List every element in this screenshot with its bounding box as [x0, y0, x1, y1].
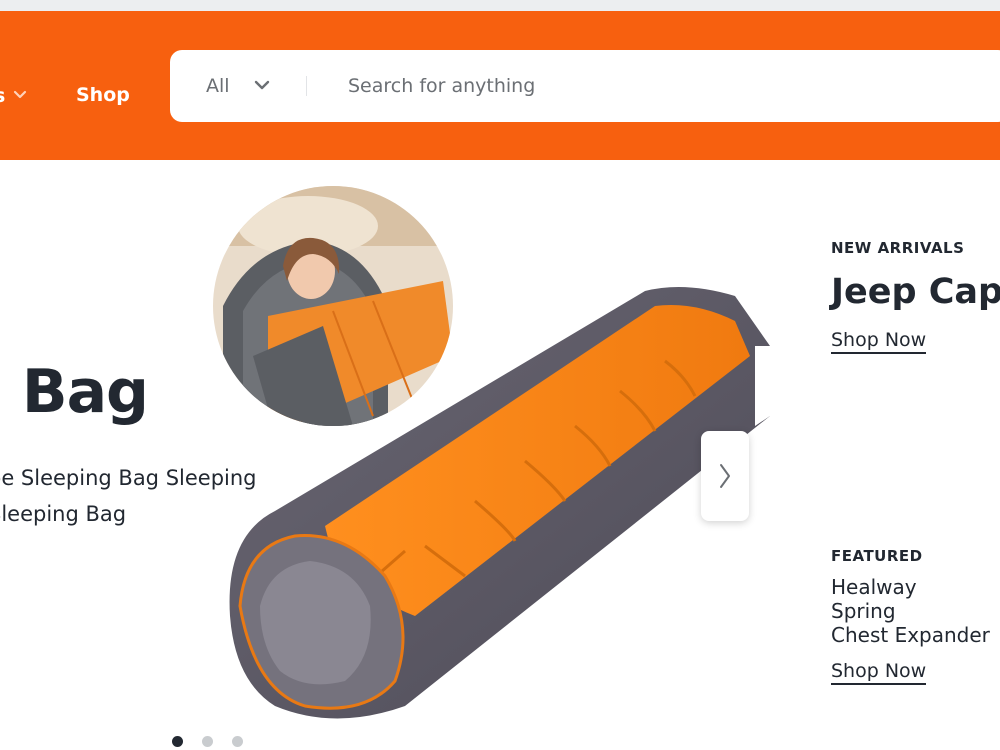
search-divider [306, 76, 307, 96]
shop-now-link[interactable]: Shop Now [831, 329, 927, 354]
carousel-next-button[interactable] [701, 431, 749, 521]
search-scope-select[interactable]: All [206, 75, 230, 97]
search-input[interactable] [330, 64, 966, 108]
promo-title-featured: Healway Spring Chest Expander [831, 575, 1000, 647]
promo-title-line: Spring [831, 599, 896, 623]
chevron-down-icon[interactable] [13, 90, 27, 100]
sleeping-bag-photo [215, 286, 775, 726]
promo-label-featured: FEATURED [831, 547, 923, 565]
chevron-right-icon [720, 464, 730, 488]
carousel-dot-active[interactable] [172, 736, 183, 747]
promo-label-new-arrivals: NEW ARRIVALS [831, 239, 965, 257]
search-bar: All [170, 50, 1000, 122]
chevron-down-icon[interactable] [254, 79, 270, 91]
nav-shop-link[interactable]: Shop [76, 84, 130, 106]
promo-title-line: Chest Expander [831, 623, 990, 647]
browser-top-strip [0, 0, 1000, 11]
promo-title-jeep-cap: Jeep Cap [831, 272, 1000, 312]
nav-categories-label[interactable]: s [0, 85, 5, 107]
carousel-dot[interactable] [202, 736, 213, 747]
shop-now-link[interactable]: Shop Now [831, 660, 927, 685]
promo-title-line: Healway [831, 575, 917, 599]
hero-title: g Bag [0, 357, 149, 427]
carousel-dot[interactable] [232, 736, 243, 747]
